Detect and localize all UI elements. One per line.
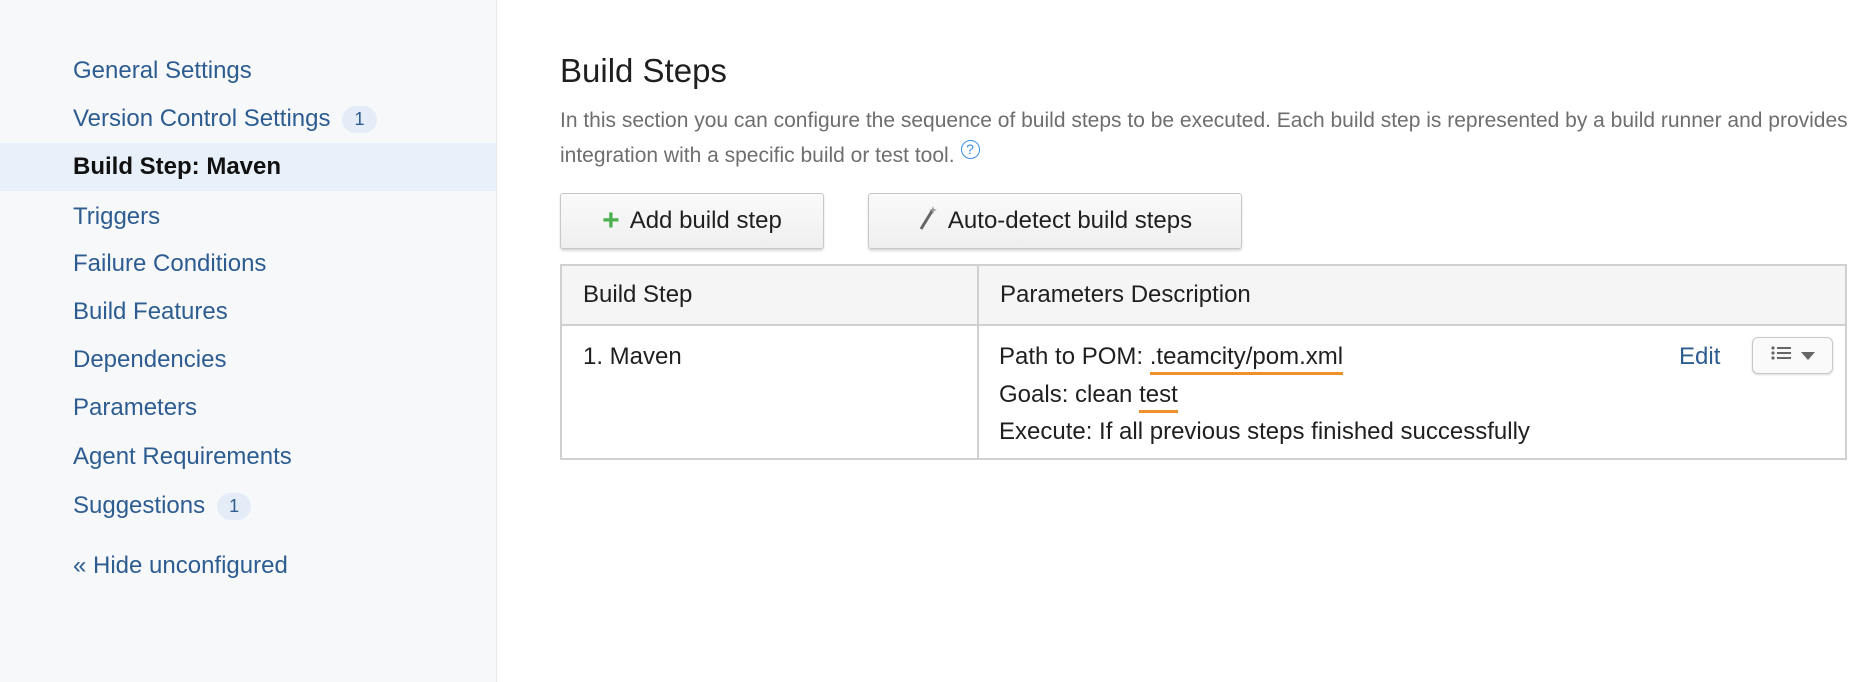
label: Goals: clean <box>999 381 1140 408</box>
actions-menu-button[interactable] <box>1752 337 1833 374</box>
edit-link[interactable]: Edit <box>1679 343 1720 371</box>
sidebar-item-build-features[interactable]: Build Features <box>0 288 496 336</box>
label: General Settings <box>73 57 252 84</box>
execute-condition: Execute: If all previous steps finished … <box>999 418 1530 445</box>
pom-value: .teamcity/pom.xml <box>1149 343 1344 375</box>
sidebar-item-suggestions[interactable]: Suggestions 1 <box>0 482 496 530</box>
label: Build Features <box>73 298 228 325</box>
sidebar-item-version-control-settings[interactable]: Version Control Settings 1 <box>0 95 496 143</box>
sidebar-item-failure-conditions[interactable]: Failure Conditions <box>0 240 496 288</box>
label: Suggestions <box>73 492 206 519</box>
label: Dependencies <box>73 346 227 373</box>
label: Version Control Settings <box>73 105 331 132</box>
label: Agent Requirements <box>73 443 292 470</box>
goals: Goals: clean test <box>999 381 1178 413</box>
sidebar-item-build-step-maven[interactable]: Build Step: Maven <box>0 143 496 191</box>
sidebar-item-general-settings[interactable]: General Settings <box>0 47 496 95</box>
page-title: Build Steps <box>560 52 727 89</box>
count-badge: 1 <box>217 492 252 520</box>
button-label: Auto-detect build steps <box>947 207 1193 234</box>
description-text: In this section you can configure the se… <box>560 109 1848 167</box>
sidebar-item-parameters[interactable]: Parameters <box>0 384 496 432</box>
label: Failure Conditions <box>73 250 267 277</box>
auto-detect-build-steps-button[interactable]: Auto-detect build steps <box>868 193 1242 249</box>
chevron-down-icon <box>1800 347 1815 365</box>
step-name: 1. Maven <box>583 343 682 370</box>
list-icon <box>1770 345 1791 366</box>
sidebar-item-dependencies[interactable]: Dependencies <box>0 336 496 384</box>
column-header-parameters-description: Parameters Description <box>979 266 1845 326</box>
label: Build Step: Maven <box>73 153 282 180</box>
column-divider <box>977 266 979 458</box>
count-badge: 1 <box>342 105 377 133</box>
path-to-pom: Path to POM: .teamcity/pom.xml <box>999 343 1344 375</box>
label: Parameters <box>73 394 198 421</box>
section-description: In this section you can configure the se… <box>560 103 1850 173</box>
label: Path to POM: <box>999 343 1150 370</box>
build-steps-table: Build Step Parameters Description 1. Mav… <box>560 264 1847 460</box>
column-header-build-step: Build Step <box>562 266 977 326</box>
goals-value: test <box>1139 381 1178 413</box>
add-build-step-button[interactable]: + Add build step <box>560 193 824 249</box>
magic-wand-icon <box>918 205 938 238</box>
label: Triggers <box>73 203 161 230</box>
sidebar-item-triggers[interactable]: Triggers <box>0 193 496 241</box>
hide-unconfigured-link[interactable]: « Hide unconfigured <box>0 542 496 590</box>
sidebar: General Settings Version Control Setting… <box>0 0 497 682</box>
sidebar-item-agent-requirements[interactable]: Agent Requirements <box>0 433 496 481</box>
button-label: Add build step <box>629 207 782 234</box>
plus-icon: + <box>602 204 620 237</box>
help-icon[interactable]: ? <box>960 140 980 159</box>
